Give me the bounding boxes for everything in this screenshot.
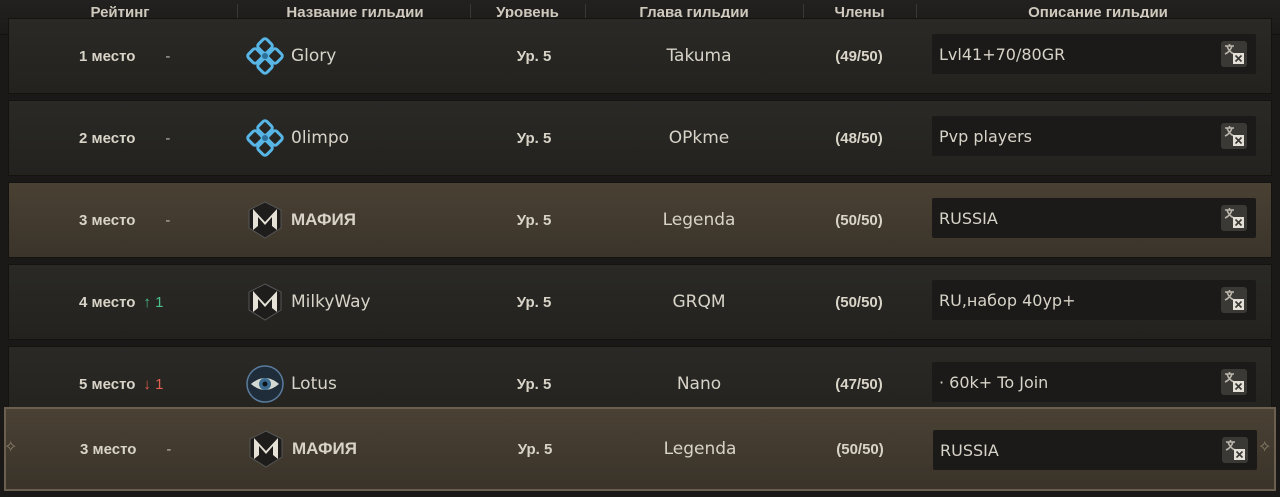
guild-level: Ур. 5: [516, 211, 552, 229]
guild-name[interactable]: Lotus: [291, 374, 337, 394]
guild-name[interactable]: МАФИЯ: [292, 439, 357, 459]
guild-description: RUSSIA: [932, 198, 1256, 238]
rank-cell: 4 место ↑ 1: [79, 265, 239, 339]
guild-level: Ур. 5: [517, 440, 553, 458]
guild-leader: OPkme: [668, 128, 730, 148]
guild-name-cell: Glory: [245, 19, 465, 93]
rank-change: -: [165, 129, 171, 147]
translate-icon[interactable]: [1220, 40, 1248, 68]
guild-description-text: Pvp players: [939, 126, 1032, 146]
eye-emblem-icon: [245, 364, 285, 404]
rank-change: -: [165, 47, 171, 65]
m-shield-emblem-icon: [245, 282, 285, 322]
rank-change-up: ↑ 1: [143, 293, 164, 311]
guild-description: · 60k+ To Join: [932, 362, 1256, 402]
rank-label: 4 место: [79, 293, 136, 311]
left-ornament-icon: ✧: [4, 437, 18, 456]
rank-cell: 1 место -: [79, 19, 239, 93]
translate-icon[interactable]: [1220, 204, 1248, 232]
translate-icon[interactable]: [1220, 286, 1248, 314]
guild-description: Lvl41+70/80GR: [932, 34, 1256, 74]
guild-name[interactable]: MilkyWay: [291, 292, 371, 312]
guild-leader: Takuma: [666, 46, 732, 66]
guild-members: (50/50): [835, 211, 883, 229]
guild-level: Ур. 5: [516, 293, 552, 311]
table-row[interactable]: 3 место - МАФИЯ Ур. 5 Legenda (50/50) RU…: [8, 182, 1272, 258]
own-guild-row[interactable]: ✧ ✧ 3 место - МАФИЯ Ур. 5 Legenda (50/50…: [4, 407, 1276, 491]
guild-name[interactable]: МАФИЯ: [291, 210, 356, 230]
guild-level: Ур. 5: [516, 47, 552, 65]
right-ornament-icon: ✧: [1258, 437, 1272, 456]
rank-label: 1 место: [79, 47, 136, 65]
rank-label: 5 место: [79, 375, 136, 393]
guild-description-text: RU,набор 40ур+: [939, 290, 1076, 310]
guild-members: (50/50): [835, 293, 883, 311]
rank-label: 3 место: [80, 440, 137, 458]
guild-description: RUSSIA: [933, 430, 1257, 470]
blue-knot-emblem-icon: [245, 36, 285, 76]
m-shield-emblem-icon: [245, 200, 285, 240]
guild-name-cell: MilkyWay: [245, 265, 465, 339]
guild-members: (50/50): [836, 440, 884, 458]
guild-name[interactable]: 0limpo: [291, 128, 349, 148]
translate-icon[interactable]: [1221, 436, 1249, 464]
rank-label: 2 место: [79, 129, 136, 147]
translate-icon[interactable]: [1220, 368, 1248, 396]
rank-change-down: ↓ 1: [143, 375, 164, 393]
guild-leader: GRQM: [672, 292, 726, 312]
m-shield-emblem-icon: [246, 429, 286, 469]
rank-change: -: [166, 440, 172, 458]
table-row[interactable]: 4 место ↑ 1 MilkyWay Ур. 5 GRQM (50/50) …: [8, 264, 1272, 340]
guild-name-cell: 0limpo: [245, 101, 465, 175]
table-row[interactable]: 1 место - Glory Ур. 5 Takuma (49/50) Lvl…: [8, 18, 1272, 94]
guild-description-text: RUSSIA: [939, 208, 998, 228]
guild-leader: Legenda: [662, 210, 736, 230]
guild-description-text: RUSSIA: [940, 440, 999, 460]
guild-leader: Legenda: [663, 439, 737, 459]
guild-members: (49/50): [835, 47, 883, 65]
rank-cell: 2 место -: [79, 101, 239, 175]
rank-label: 3 место: [79, 211, 136, 229]
guild-description: Pvp players: [932, 116, 1256, 156]
guild-level: Ур. 5: [516, 129, 552, 147]
rank-cell: 3 место -: [79, 183, 239, 257]
table-row[interactable]: 2 место - 0limpo Ур. 5 OPkme (48/50) Pvp…: [8, 100, 1272, 176]
guild-description: RU,набор 40ур+: [932, 280, 1256, 320]
translate-icon[interactable]: [1220, 122, 1248, 150]
rank-cell: 3 место -: [80, 409, 240, 489]
blue-knot-emblem-icon: [245, 118, 285, 158]
guild-description-text: · 60k+ To Join: [939, 372, 1049, 392]
guild-name-cell: МАФИЯ: [245, 183, 465, 257]
guild-name[interactable]: Glory: [291, 46, 336, 66]
guild-name-cell: МАФИЯ: [246, 409, 466, 489]
guild-description-text: Lvl41+70/80GR: [939, 44, 1066, 64]
rank-change: -: [165, 211, 171, 229]
guild-members: (48/50): [835, 129, 883, 147]
